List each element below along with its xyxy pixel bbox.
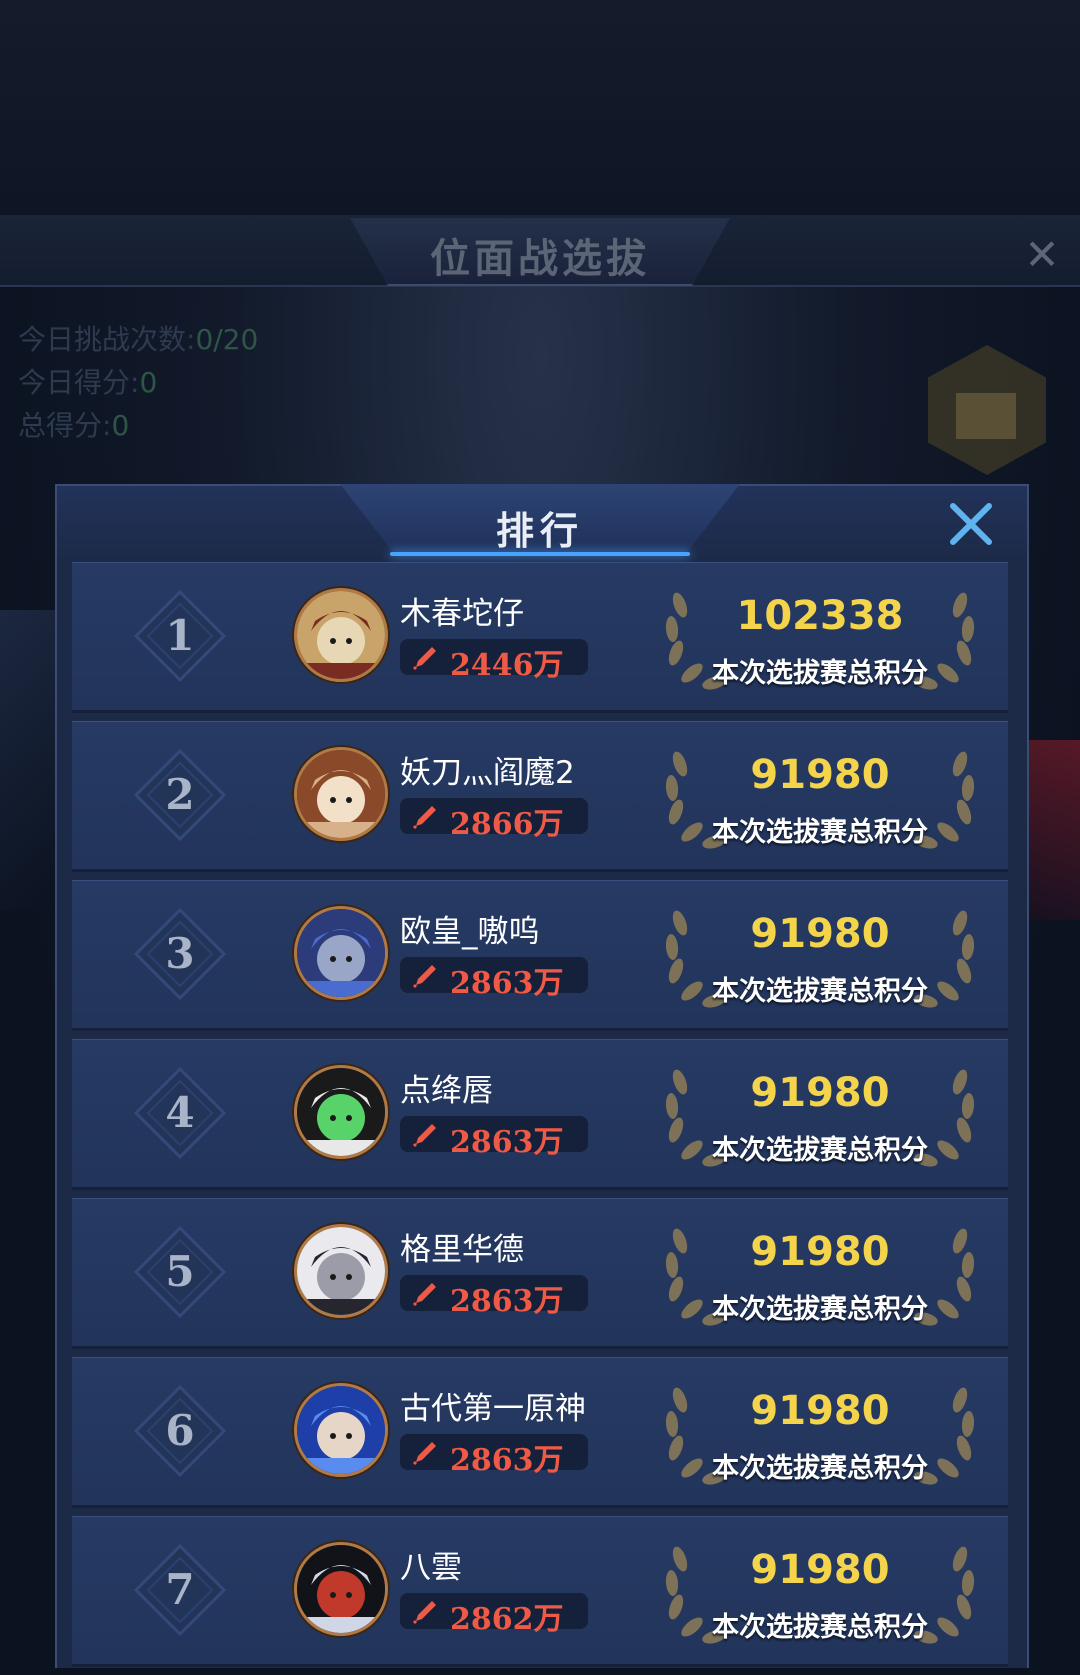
background-stat-total-score: 总得分:0 bbox=[18, 409, 130, 442]
total-score: 91980 bbox=[750, 752, 890, 798]
total-score-label: 本次选拔赛总积分 bbox=[712, 1453, 928, 1484]
girl-avatar[interactable] bbox=[294, 747, 388, 841]
close-button[interactable] bbox=[945, 498, 997, 550]
player-name: 妖刀灬阎魔2 bbox=[400, 755, 575, 791]
total-score: 91980 bbox=[750, 911, 890, 957]
background-stat-challenges: 今日挑战次数:0/20 bbox=[18, 323, 259, 356]
podium-icon bbox=[956, 393, 1016, 439]
background-close-icon: ✕ bbox=[1024, 230, 1060, 279]
ranking-row[interactable]: 4 点绛唇 2863万 91980 本次选拔赛总积分 bbox=[72, 1039, 1008, 1187]
demon-avatar[interactable] bbox=[294, 1542, 388, 1636]
combat-power-value: 2863万 bbox=[450, 1125, 564, 1160]
total-score-label: 本次选拔赛总积分 bbox=[712, 1612, 928, 1643]
ranking-row[interactable]: 3 欧皇_嗷呜 2863万 91980 本次选拔赛总积分 bbox=[72, 880, 1008, 1028]
bishop-avatar[interactable] bbox=[294, 588, 388, 682]
player-name: 八雲 bbox=[400, 1550, 462, 1586]
total-score-label: 本次选拔赛总积分 bbox=[712, 817, 928, 848]
player-name: 古代第一原神 bbox=[400, 1391, 586, 1427]
background-top bbox=[0, 0, 1080, 215]
close-icon bbox=[950, 503, 992, 545]
ranking-row[interactable]: 1 木春坨仔 2446万 102338 本次选拔赛总积分 bbox=[72, 562, 1008, 710]
combat-power-badge: 2863万 bbox=[400, 1116, 588, 1160]
total-score: 91980 bbox=[750, 1229, 890, 1275]
rank-number: 1 bbox=[165, 611, 195, 660]
combat-power-badge: 2863万 bbox=[400, 1275, 588, 1319]
ranking-row[interactable]: 2 妖刀灬阎魔2 2866万 91980 本次选拔赛总积分 bbox=[72, 721, 1008, 869]
power-icon bbox=[412, 1124, 436, 1148]
power-icon bbox=[412, 965, 436, 989]
total-score-label: 本次选拔赛总积分 bbox=[712, 658, 928, 689]
background-right-ornament bbox=[1025, 740, 1080, 920]
player-name: 欧皇_嗷呜 bbox=[400, 914, 540, 950]
rank-number: 5 bbox=[165, 1247, 195, 1296]
ranking-row[interactable]: 6 古代第一原神 2863万 91980 本次选拔赛总积分 bbox=[72, 1357, 1008, 1505]
total-score: 91980 bbox=[750, 1388, 890, 1434]
background-title: 位面战选拔 bbox=[430, 235, 650, 282]
blue-hair-avatar[interactable] bbox=[294, 1383, 388, 1477]
player-name: 格里华德 bbox=[400, 1232, 524, 1268]
rank-number: 2 bbox=[165, 770, 195, 819]
total-score: 91980 bbox=[750, 1547, 890, 1593]
total-score: 102338 bbox=[736, 593, 904, 639]
power-icon bbox=[412, 1283, 436, 1307]
white-hair-avatar[interactable] bbox=[294, 1224, 388, 1318]
total-score: 91980 bbox=[750, 1070, 890, 1116]
ranking-row[interactable]: 5 格里华德 2863万 91980 本次选拔赛总积分 bbox=[72, 1198, 1008, 1346]
ranking-row[interactable]: 7 八雲 2862万 91980 本次选拔赛总积分 bbox=[72, 1516, 1008, 1664]
combat-power-value: 2863万 bbox=[450, 1443, 564, 1478]
power-icon bbox=[412, 806, 436, 830]
combat-power-value: 2863万 bbox=[450, 1284, 564, 1319]
ranking-list[interactable]: 1 木春坨仔 2446万 102338 本次选拔赛总积分 2 妖刀灬阎魔2 28… bbox=[72, 562, 1008, 1675]
combat-power-value: 2866万 bbox=[450, 807, 564, 842]
ranking-title: 排行 bbox=[495, 509, 584, 553]
power-icon bbox=[412, 1442, 436, 1466]
panda-avatar[interactable] bbox=[294, 1065, 388, 1159]
rank-number: 7 bbox=[165, 1565, 195, 1614]
combat-power-badge: 2446万 bbox=[400, 639, 588, 683]
combat-power-badge: 2862万 bbox=[400, 1593, 588, 1637]
power-icon bbox=[412, 1601, 436, 1625]
combat-power-badge: 2863万 bbox=[400, 1434, 588, 1478]
background-left-ornament bbox=[0, 610, 55, 910]
total-score-label: 本次选拔赛总积分 bbox=[712, 1135, 928, 1166]
rank-number: 3 bbox=[165, 929, 195, 978]
combat-power-badge: 2863万 bbox=[400, 957, 588, 1001]
combat-power-value: 2446万 bbox=[450, 648, 564, 683]
rank-number: 4 bbox=[165, 1088, 195, 1137]
combat-power-value: 2863万 bbox=[450, 966, 564, 1001]
wolf-avatar[interactable] bbox=[294, 906, 388, 1000]
player-name: 木春坨仔 bbox=[400, 596, 524, 632]
rank-number: 6 bbox=[165, 1406, 195, 1455]
power-icon bbox=[412, 647, 436, 671]
player-name: 点绛唇 bbox=[400, 1073, 493, 1109]
total-score-label: 本次选拔赛总积分 bbox=[712, 976, 928, 1007]
background-stat-today-score: 今日得分:0 bbox=[18, 366, 158, 399]
combat-power-badge: 2866万 bbox=[400, 798, 588, 842]
total-score-label: 本次选拔赛总积分 bbox=[712, 1294, 928, 1325]
combat-power-value: 2862万 bbox=[450, 1602, 564, 1637]
